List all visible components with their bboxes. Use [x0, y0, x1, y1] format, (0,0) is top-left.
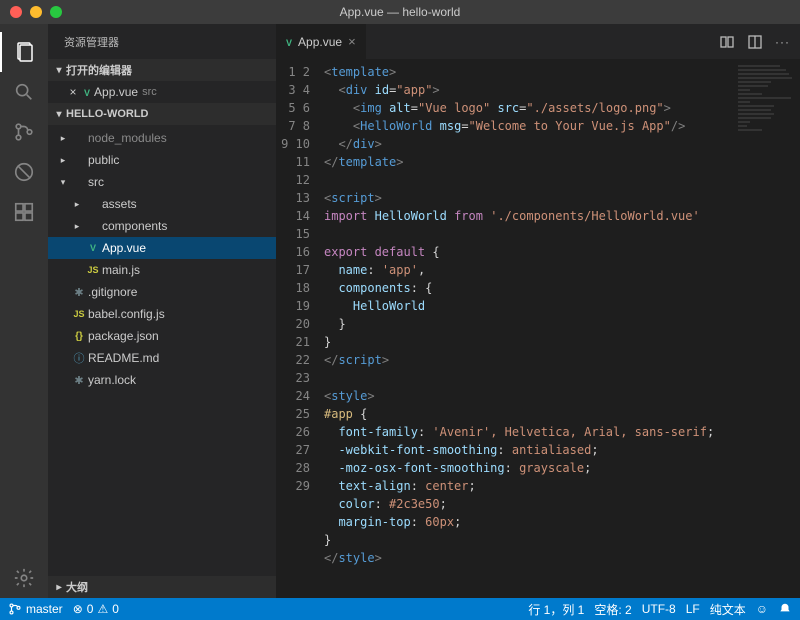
file-item[interactable]: VApp.vue: [48, 237, 276, 259]
activity-bar: [0, 24, 48, 598]
warning-icon: ⚠: [97, 602, 108, 616]
code-editor[interactable]: 1 2 3 4 5 6 7 8 9 10 11 12 13 14 15 16 1…: [276, 59, 800, 598]
open-editors-list: × V App.vue src: [48, 81, 276, 103]
problems[interactable]: ⊗ 0 ⚠ 0: [73, 602, 119, 616]
line-gutter: 1 2 3 4 5 6 7 8 9 10 11 12 13 14 15 16 1…: [276, 59, 324, 598]
vue-icon: V: [84, 85, 90, 99]
split-editor-icon[interactable]: [747, 34, 763, 50]
window-title: App.vue — hello-world: [340, 5, 461, 19]
debug-icon[interactable]: [0, 152, 48, 192]
item-label: babel.config.js: [88, 307, 270, 321]
folder-item[interactable]: ▸ assets: [48, 193, 276, 215]
maximize-window-icon[interactable]: [50, 6, 62, 18]
sidebar: 资源管理器 ▾ 打开的编辑器 ×VApp.vue src ▾ HELLO-WOR…: [48, 24, 276, 598]
chevron-right-icon: ▸: [52, 582, 66, 593]
item-label: src: [88, 175, 270, 189]
sidebar-title: 资源管理器: [48, 24, 276, 59]
close-icon[interactable]: ×: [348, 34, 356, 49]
item-label: node_modules: [88, 131, 270, 145]
file-item[interactable]: ⓘREADME.md: [48, 347, 276, 369]
close-window-icon[interactable]: [10, 6, 22, 18]
open-editor-item[interactable]: × V App.vue src: [48, 81, 276, 103]
file-item[interactable]: JSbabel.config.js: [48, 303, 276, 325]
close-icon[interactable]: ×: [66, 85, 80, 99]
project-label: HELLO-WORLD: [66, 108, 148, 120]
item-label: main.js: [102, 263, 270, 277]
search-icon[interactable]: [0, 72, 48, 112]
file-tree: ▸ node_modules ▸ public ▾ src ▸ assets ▸ componen…: [48, 125, 276, 393]
tab-label: App.vue: [298, 35, 342, 49]
vue-icon: V: [286, 35, 292, 49]
item-label: .gitignore: [88, 285, 270, 299]
project-header[interactable]: ▾ HELLO-WORLD: [48, 103, 276, 125]
file-item[interactable]: JSmain.js: [48, 259, 276, 281]
explorer-icon[interactable]: [0, 32, 48, 72]
error-icon: ⊗: [73, 602, 83, 616]
chevron-down-icon: ▾: [52, 109, 66, 120]
chevron-right-icon: ▸: [56, 155, 70, 166]
gear-icon: ✱: [70, 374, 88, 387]
item-label: assets: [102, 197, 270, 211]
item-label: components: [102, 219, 270, 233]
folder-item[interactable]: ▸ node_modules: [48, 127, 276, 149]
eol[interactable]: LF: [686, 602, 700, 616]
cursor-position[interactable]: 行 1，列 1: [528, 601, 584, 618]
extensions-icon[interactable]: [0, 192, 48, 232]
editor-tab[interactable]: V App.vue ×: [276, 24, 367, 59]
open-editors-label: 打开的编辑器: [66, 62, 132, 78]
js-icon: JS: [70, 309, 88, 319]
language-mode[interactable]: 纯文本: [710, 601, 746, 618]
item-label: App.vue: [102, 241, 270, 255]
outline-label: 大纲: [66, 579, 88, 595]
item-label: package.json: [88, 329, 270, 343]
item-label: public: [88, 153, 270, 167]
json-icon: {}: [70, 331, 88, 342]
js-icon: JS: [84, 265, 102, 275]
more-icon[interactable]: ···: [775, 35, 790, 49]
chevron-right-icon: ▸: [56, 133, 70, 144]
file-item[interactable]: ✱yarn.lock: [48, 369, 276, 391]
outline-header[interactable]: ▸ 大纲: [48, 576, 276, 598]
item-label: README.md: [88, 351, 270, 365]
settings-icon[interactable]: [0, 558, 48, 598]
vue-icon: V: [84, 243, 102, 253]
feedback-icon[interactable]: ☺: [756, 602, 768, 616]
status-bar: master ⊗ 0 ⚠ 0 行 1，列 1 空格: 2 UTF-8 LF 纯文…: [0, 598, 800, 620]
item-label: yarn.lock: [88, 373, 270, 387]
file-item[interactable]: ✱.gitignore: [48, 281, 276, 303]
folder-item[interactable]: ▸ public: [48, 149, 276, 171]
editor-tabs: V App.vue × ···: [276, 24, 800, 59]
branch-name: master: [26, 602, 63, 616]
chevron-down-icon: ▾: [52, 65, 66, 76]
git-branch[interactable]: master: [8, 602, 63, 616]
error-count: 0: [87, 602, 94, 616]
minimize-window-icon[interactable]: [30, 6, 42, 18]
compare-icon[interactable]: [719, 34, 735, 50]
source-control-icon[interactable]: [0, 112, 48, 152]
chevron-right-icon: ▸: [70, 221, 84, 232]
file-path: src: [142, 86, 157, 98]
code-content[interactable]: <template> <div id="app"> <img alt="Vue …: [324, 59, 800, 598]
folder-item[interactable]: ▸ components: [48, 215, 276, 237]
info-icon: ⓘ: [70, 350, 88, 366]
encoding[interactable]: UTF-8: [642, 602, 676, 616]
file-name: App.vue: [94, 85, 138, 99]
titlebar: App.vue — hello-world: [0, 0, 800, 24]
folder-item[interactable]: ▾ src: [48, 171, 276, 193]
indentation[interactable]: 空格: 2: [594, 601, 631, 618]
chevron-down-icon: ▾: [56, 177, 70, 188]
chevron-right-icon: ▸: [70, 199, 84, 210]
file-item[interactable]: {}package.json: [48, 325, 276, 347]
gear-icon: ✱: [70, 286, 88, 299]
notifications-icon[interactable]: [778, 602, 792, 616]
warning-count: 0: [112, 602, 119, 616]
open-editors-header[interactable]: ▾ 打开的编辑器: [48, 59, 276, 81]
